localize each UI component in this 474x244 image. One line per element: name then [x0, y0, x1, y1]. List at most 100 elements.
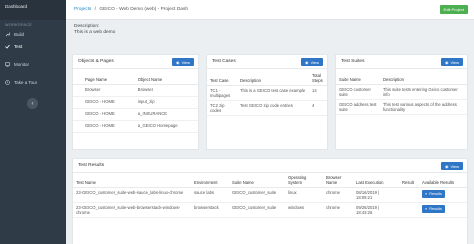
wrench-icon — [5, 32, 11, 37]
test-cases-view-button[interactable]: ◉ View — [301, 58, 323, 66]
sidebar-title[interactable]: Dashboard — [0, 0, 66, 20]
card-header: Objects & Pages ◉ View — [73, 55, 198, 69]
column-header: Test Case — [207, 71, 237, 86]
eye-icon: ◉ — [444, 163, 449, 169]
column-header: Suite Name — [229, 173, 285, 188]
column-header: Object Name — [134, 75, 198, 85]
sidebar-item-monitor[interactable]: Monitor — [0, 58, 66, 70]
table-row: TC1 - multipages This is a GEICO test ca… — [207, 85, 327, 101]
breadcrumb-current: GEICO - Web Demo (web) - Project Dash — [99, 7, 189, 12]
table-cell: 08/16/2019 | 18:09:21 — [353, 187, 399, 203]
table-cell: GEICO_customer_suite — [229, 187, 285, 203]
table-cell: Test GEICO zip code entries — [237, 100, 309, 116]
table-row: TC2 zip codes Test GEICO zip code entrie… — [207, 100, 327, 116]
column-header: Description — [237, 71, 309, 86]
test-cases-table: Test Case Description Total Steps TC1 - … — [207, 71, 327, 116]
table-cell: ≡ Results — [419, 187, 467, 203]
eye-icon: ◉ — [444, 59, 449, 65]
card-header: Test Suites ◉ View — [336, 55, 467, 69]
sidebar-item-take-a-tour[interactable]: Take a Tour — [0, 76, 66, 88]
list-icon: ≡ — [425, 191, 428, 196]
sidebar-item-label: Build — [14, 31, 25, 37]
test-results-view-button[interactable]: ◉ View — [441, 162, 463, 170]
table-cell: GEICO address test suite — [336, 99, 380, 115]
table-row: GEICO customer suite This suite tests en… — [336, 84, 467, 100]
table-cell: 23-GEICO_customer_suite-web-browserstack… — [73, 202, 191, 218]
table-cell: browserstack — [191, 202, 229, 218]
table-cell: GEICO - HOME — [73, 108, 135, 121]
objects-view-button[interactable]: ◉ View — [172, 58, 194, 66]
table-cell: chrome — [323, 202, 353, 218]
column-header: Result — [399, 173, 419, 188]
results-label: Results — [429, 191, 442, 196]
table-row: 23-GEICO_customer_suite-web-browserstack… — [73, 202, 467, 218]
sidebar-collapse-button[interactable]: ‹ — [27, 98, 38, 109]
table-cell: 4 — [309, 100, 327, 116]
table-cell — [399, 187, 419, 203]
card-title: Objects & Pages — [78, 59, 114, 64]
table-cell: GEICO - HOME — [73, 96, 135, 109]
view-label: View — [310, 59, 320, 65]
sidebar-item-build[interactable]: Build — [0, 28, 66, 40]
chevron-left-icon: ‹ — [31, 100, 34, 107]
test-results-card: Test Results ◉ View Test Name Environmen… — [72, 158, 468, 244]
view-label: View — [450, 59, 460, 65]
results-button[interactable]: ≡ Results — [422, 205, 445, 213]
column-header: Description — [380, 75, 467, 85]
table-cell: ≡ Results — [419, 202, 467, 218]
column-header: Total Steps — [309, 71, 327, 86]
sidebar-item-label: Take a Tour — [14, 79, 38, 85]
test-results-table: Test Name Environment Suite Name Operati… — [73, 173, 467, 218]
sidebar-item-label: Monitor — [14, 61, 30, 67]
table-cell: This suite tests entering Geico customer… — [380, 84, 467, 100]
table-cell: This test various aspects of the address… — [380, 99, 467, 115]
test-cases-card: Test Cases ◉ View Test Case Description … — [206, 54, 328, 150]
objects-pages-card: Objects & Pages ◉ View Page Name Object … — [72, 54, 199, 150]
table-cell: GEICO - HOME — [73, 120, 135, 133]
card-title: Test Results — [78, 163, 105, 168]
eye-icon: ◉ — [304, 59, 309, 65]
sidebar-item-test[interactable]: Test — [0, 40, 66, 52]
table-cell: sauce labs — [191, 187, 229, 203]
test-suites-view-button[interactable]: ◉ View — [441, 58, 463, 66]
table-cell: GEICO_customer_suite — [229, 202, 285, 218]
table-cell: 09/26/2019 | 18:43:26 — [353, 202, 399, 218]
results-label: Results — [429, 206, 442, 211]
table-row: Browser Browser — [73, 84, 198, 97]
eye-icon: ◉ — [175, 59, 180, 65]
table-row: GEICO - HOME a_INSURANCE — [73, 108, 198, 121]
column-header: Last Execution — [353, 173, 399, 188]
view-label: View — [181, 59, 191, 65]
column-header: Environment — [191, 173, 229, 188]
table-row: GEICO - HOME a_GEICO Homepage — [73, 120, 198, 133]
breadcrumb: Projects / GEICO - Web Demo (web) - Proj… — [74, 7, 188, 12]
card-title: Test Suites — [341, 59, 365, 64]
description-block: Description: This is a web demo — [74, 24, 115, 36]
breadcrumb-separator: / — [94, 7, 97, 12]
sidebar-item-label: Test — [14, 43, 23, 49]
table-row: 23-GEICO_customer_suite-web-sauce_labs-l… — [73, 187, 467, 203]
table-cell: a_GEICO Homepage — [134, 120, 198, 133]
column-header: Test Name — [73, 173, 191, 188]
main-content: Projects / GEICO - Web Demo (web) - Proj… — [66, 0, 474, 244]
edit-project-button[interactable]: Edit Project — [439, 5, 468, 14]
column-header: Available Results — [419, 173, 467, 188]
table-cell: 14 — [309, 85, 327, 101]
column-header: Suite Name — [336, 75, 380, 85]
table-cell: Browser — [134, 84, 198, 97]
table-cell: This is a GEICO test case example — [237, 85, 309, 101]
sidebar-section-label: WORKSPACE — [5, 23, 33, 27]
breadcrumb-projects-link[interactable]: Projects — [74, 7, 91, 12]
results-button[interactable]: ≡ Results — [422, 190, 445, 198]
test-suites-card: Test Suites ◉ View Suite Name Descriptio… — [335, 54, 468, 150]
table-cell: windows — [285, 202, 323, 218]
view-label: View — [450, 163, 460, 169]
sidebar: Dashboard WORKSPACE Build Test Monitor T… — [0, 0, 66, 244]
table-cell: TC1 - multipages — [207, 85, 237, 101]
table-cell: TC2 zip codes — [207, 100, 237, 116]
table-cell: a_INSURANCE — [134, 108, 198, 121]
table-cell: input_zip — [134, 96, 198, 109]
objects-table: Page Name Object Name Browser Browser GE… — [73, 75, 198, 133]
top-bar: Projects / GEICO - Web Demo (web) - Proj… — [66, 0, 474, 20]
list-icon: ≡ — [425, 206, 428, 211]
